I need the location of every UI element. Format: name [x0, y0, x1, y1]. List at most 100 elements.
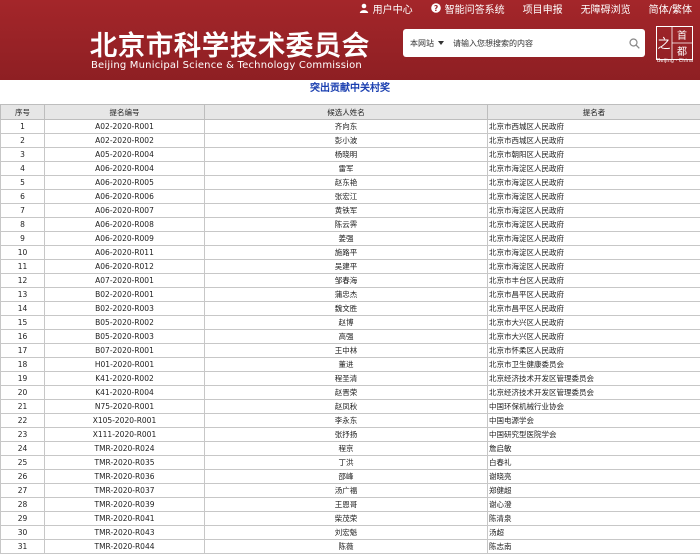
cell-candidate-name: 柴茂荣: [204, 511, 488, 526]
cell-candidate-name: 张抒扬: [204, 427, 488, 442]
cell-nomination-id: A02-2020-R001: [44, 119, 205, 134]
table-row: 3 A05-2020-R004 杨晓明 北京市朝阳区人民政府: [0, 147, 700, 162]
cell-index: 4: [0, 161, 45, 176]
table-row: 30 TMR-2020-R043 刘宏魁 汤超: [0, 525, 700, 540]
cell-nomination-id: B02-2020-R001: [44, 287, 205, 302]
topnav-accessibility[interactable]: 无障碍浏览: [581, 1, 631, 16]
topnav-label: 智能问答系统: [444, 4, 505, 16]
table-row: 19 K41-2020-R002 程圣清 北京经济技术开发区管理委员会: [0, 371, 700, 386]
cell-candidate-name: 陈云霁: [204, 217, 488, 232]
topnav-user-center[interactable]: 用户中心: [359, 1, 413, 16]
cell-index: 31: [0, 539, 45, 554]
search-scope-select[interactable]: 本网站: [403, 38, 453, 49]
nominee-table: 序号 提名编号 候选人姓名 提名者 1 A02-2020-R001 齐向东 北京市西城…: [0, 104, 700, 554]
cell-nomination-id: B05-2020-R003: [44, 329, 205, 344]
table-row: 15 B05-2020-R002 赵博 北京市大兴区人民政府: [0, 315, 700, 330]
table-row: 7 A06-2020-R007 黄铁军 北京市海淀区人民政府: [0, 203, 700, 218]
cell-nomination-id: K41-2020-R002: [44, 371, 205, 386]
svg-text:之: 之: [657, 37, 670, 52]
search-input[interactable]: [453, 38, 623, 48]
cell-nominator: 北京市海淀区人民政府: [487, 217, 700, 232]
cell-index: 7: [0, 203, 45, 218]
cell-nomination-id: TMR-2020-R044: [44, 539, 205, 554]
cell-index: 16: [0, 329, 45, 344]
cell-index: 28: [0, 497, 45, 512]
capital-emblem-icon: 之 首 都: [656, 26, 693, 60]
cell-nomination-id: TMR-2020-R024: [44, 441, 205, 456]
search-box: 本网站: [403, 29, 645, 57]
cell-candidate-name: 魏文胜: [204, 301, 488, 316]
table-row: 6 A06-2020-R006 张宏江 北京市海淀区人民政府: [0, 189, 700, 204]
cell-nominator: 北京市海淀区人民政府: [487, 231, 700, 246]
cell-candidate-name: 赵凤秋: [204, 399, 488, 414]
table-row: 10 A06-2020-R011 施路平 北京市海淀区人民政府: [0, 245, 700, 260]
table-row: 14 B02-2020-R003 魏文胜 北京市昌平区人民政府: [0, 301, 700, 316]
cell-index: 8: [0, 217, 45, 232]
cell-nomination-id: TMR-2020-R041: [44, 511, 205, 526]
table-header-row: 序号 提名编号 候选人姓名 提名者: [0, 104, 700, 120]
cell-index: 10: [0, 245, 45, 260]
emblem-caption: Beijing · China: [656, 58, 694, 64]
table-row: 25 TMR-2020-R035 丁洪 白春礼: [0, 455, 700, 470]
cell-candidate-name: 杨晓明: [204, 147, 488, 162]
cell-candidate-name: 陈薇: [204, 539, 488, 554]
cell-nomination-id: TMR-2020-R043: [44, 525, 205, 540]
cell-nomination-id: A06-2020-R005: [44, 175, 205, 190]
cell-candidate-name: 吴建平: [204, 259, 488, 274]
page-title: 突出贡献中关村奖: [310, 83, 390, 94]
topnav-label: 简体/繁体: [648, 4, 692, 16]
cell-nominator: 中国环保机械行业协会: [487, 399, 700, 414]
topnav-language-toggle[interactable]: 简体/繁体: [649, 1, 692, 16]
table-row: 17 B07-2020-R001 王中林 北京市怀柔区人民政府: [0, 343, 700, 358]
cell-candidate-name: 程京: [204, 441, 488, 456]
user-icon: [359, 3, 368, 13]
cell-nominator: 陈清泉: [487, 511, 700, 526]
cell-candidate-name: 程圣清: [204, 371, 488, 386]
site-header: 用户中心 ? 智能问答系统 项目申报 无障碍浏览 简体/繁体 北京市科学技术委员…: [0, 0, 700, 80]
cell-nominator: 北京市昌平区人民政府: [487, 301, 700, 316]
cell-nominator: 北京市海淀区人民政府: [487, 161, 700, 176]
cell-candidate-name: 黄铁军: [204, 203, 488, 218]
table-row: 4 A06-2020-R004 雷军 北京市海淀区人民政府: [0, 161, 700, 176]
table-row: 28 TMR-2020-R039 王恩哥 谢心澄: [0, 497, 700, 512]
cell-nominator: 白春礼: [487, 455, 700, 470]
cell-nominator: 北京市西城区人民政府: [487, 119, 700, 134]
cell-index: 12: [0, 273, 45, 288]
table-row: 20 K41-2020-R004 赵晋荣 北京经济技术开发区管理委员会: [0, 385, 700, 400]
cell-nominator: 谢心澄: [487, 497, 700, 512]
cell-nomination-id: B07-2020-R001: [44, 343, 205, 358]
table-row: 11 A06-2020-R012 吴建平 北京市海淀区人民政府: [0, 259, 700, 274]
cell-candidate-name: 张宏江: [204, 189, 488, 204]
cell-candidate-name: 赵东艳: [204, 175, 488, 190]
cell-candidate-name: 赵晋荣: [204, 385, 488, 400]
cell-nomination-id: X105-2020-R001: [44, 413, 205, 428]
search-scope-label: 本网站: [410, 38, 434, 48]
topnav-project-apply[interactable]: 项目申报: [523, 1, 563, 16]
cell-candidate-name: 邵峰: [204, 469, 488, 484]
table-row: 12 A07-2020-R001 邹春海 北京市丰台区人民政府: [0, 273, 700, 288]
cell-candidate-name: 高强: [204, 329, 488, 344]
site-title[interactable]: 北京市科学技术委员会: [90, 24, 370, 63]
cell-index: 20: [0, 385, 45, 400]
cell-nominator: 陈志南: [487, 539, 700, 554]
table-row: 24 TMR-2020-R024 程京 詹启敏: [0, 441, 700, 456]
cell-nomination-id: TMR-2020-R037: [44, 483, 205, 498]
cell-nomination-id: A06-2020-R007: [44, 203, 205, 218]
cell-nomination-id: A06-2020-R004: [44, 161, 205, 176]
svg-text:都: 都: [677, 46, 687, 58]
cell-nominator: 郑健超: [487, 483, 700, 498]
cell-nomination-id: A06-2020-R008: [44, 217, 205, 232]
cell-candidate-name: 董进: [204, 357, 488, 372]
cell-index: 15: [0, 315, 45, 330]
cell-nominator: 北京市朝阳区人民政府: [487, 147, 700, 162]
topnav-smart-qa[interactable]: ? 智能问答系统: [430, 1, 505, 16]
cell-nomination-id: K41-2020-R004: [44, 385, 205, 400]
topnav-label: 项目申报: [522, 4, 563, 16]
table-row: 26 TMR-2020-R036 邵峰 谢晓亮: [0, 469, 700, 484]
table-row: 21 N75-2020-R001 赵凤秋 中国环保机械行业协会: [0, 399, 700, 414]
column-header-nomination-id: 提名编号: [44, 104, 205, 120]
cell-index: 22: [0, 413, 45, 428]
cell-candidate-name: 汤广福: [204, 483, 488, 498]
search-button[interactable]: [623, 32, 645, 54]
cell-candidate-name: 邹春海: [204, 273, 488, 288]
